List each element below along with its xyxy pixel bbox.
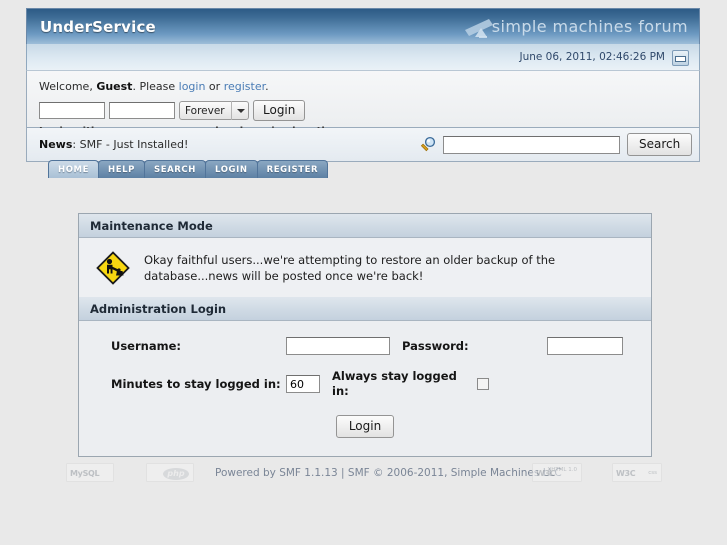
page-footer: MySQL php Powered by SMF 1.1.13 | SMF © … (0, 455, 727, 495)
tab-home[interactable]: HOME (48, 160, 100, 178)
site-header: UnderService simple machines forum (26, 8, 700, 44)
maintenance-message-area: Okay faithful users...we're attempting t… (79, 238, 651, 297)
maintenance-mode-header: Maintenance Mode (79, 214, 651, 238)
or-label: or (205, 80, 224, 93)
w3c-css-sub: css (648, 470, 657, 476)
search-button[interactable]: Search (627, 133, 693, 156)
tab-login[interactable]: LOGIN (205, 160, 258, 178)
w3c-xhtml-badge[interactable]: W3C XHTML 1.0 (532, 463, 582, 482)
minutes-input[interactable] (286, 375, 320, 393)
mysql-badge[interactable]: MySQL (66, 463, 114, 482)
forum-wrapper: UnderService simple machines forum June … (26, 8, 700, 178)
tab-register[interactable]: REGISTER (256, 160, 329, 178)
session-length-select[interactable]: Forever (179, 101, 249, 120)
copyright-text: Powered by SMF 1.1.13 | SMF © 2006-2011,… (215, 467, 562, 479)
current-date: June 06, 2011, 02:46:26 PM (519, 51, 665, 63)
administration-login-form: Username: Password: Minutes to stay logg… (79, 321, 651, 456)
user-login-panel: Welcome, Guest. Please login or register… (26, 70, 700, 137)
session-options-row: Minutes to stay logged in: Always stay l… (79, 369, 651, 399)
maintenance-mode-title: Maintenance Mode (90, 219, 213, 233)
date-bar: June 06, 2011, 02:46:26 PM (26, 44, 700, 70)
admin-login-button[interactable]: Login (335, 415, 395, 438)
login-username-input[interactable] (39, 102, 105, 119)
magnifier-icon (420, 136, 436, 152)
administration-login-title: Administration Login (90, 302, 227, 316)
news-label: News (39, 138, 73, 151)
mysql-badge-label: MySQL (70, 469, 100, 478)
welcome-mid: . Please (132, 80, 179, 93)
login-link[interactable]: login (179, 80, 206, 93)
minutes-label: Minutes to stay logged in: (111, 376, 281, 391)
welcome-suffix: . (265, 80, 269, 93)
news-text: News: SMF - Just Installed! (39, 138, 188, 151)
chevron-down-icon (231, 101, 248, 120)
tab-search[interactable]: SEARCH (143, 160, 206, 178)
w3c-css-label: W3C (616, 469, 636, 478)
page-title: UnderService (40, 18, 156, 36)
username-label: Username: (111, 339, 181, 353)
session-length-value: Forever (185, 105, 225, 117)
administration-login-header: Administration Login (79, 297, 651, 321)
login-password-input[interactable] (109, 102, 175, 119)
news-search-bar: News: SMF - Just Installed! Search (26, 128, 700, 162)
guest-label: Guest (96, 80, 133, 93)
admin-login-button-row: Login (79, 413, 651, 442)
admin-username-input[interactable] (286, 337, 390, 355)
credentials-row: Username: Password: (79, 337, 651, 355)
register-link[interactable]: register (224, 80, 265, 93)
welcome-prefix: Welcome, (39, 80, 97, 93)
maintenance-panel: Maintenance Mode Okay faithful users...w… (78, 213, 652, 457)
smf-logo-text: simple machines forum (491, 17, 688, 36)
admin-password-input[interactable] (547, 337, 623, 355)
search-input[interactable] (443, 136, 620, 154)
always-logged-label: Always stay logged in: (332, 369, 457, 398)
w3c-css-badge[interactable]: W3C css (612, 463, 662, 482)
maintenance-message: Okay faithful users...we're attempting t… (144, 253, 556, 283)
welcome-message: Welcome, Guest. Please login or register… (39, 80, 687, 93)
password-label: Password: (402, 339, 469, 353)
login-button[interactable]: Login (253, 100, 306, 121)
always-logged-checkbox[interactable] (477, 378, 489, 390)
news-body: SMF - Just Installed! (79, 138, 189, 151)
php-badge-label: php (163, 468, 189, 480)
main-navigation: HOME HELP SEARCH LOGIN REGISTER (48, 160, 700, 178)
news-separator: : (72, 138, 80, 151)
w3c-xhtml-sub: XHTML 1.0 (547, 467, 577, 473)
collapse-icon[interactable] (672, 50, 689, 66)
construction-warning-icon (96, 251, 130, 285)
tab-help[interactable]: HELP (98, 160, 145, 178)
php-badge[interactable]: php (146, 463, 194, 482)
login-form: Forever Login (39, 100, 687, 121)
